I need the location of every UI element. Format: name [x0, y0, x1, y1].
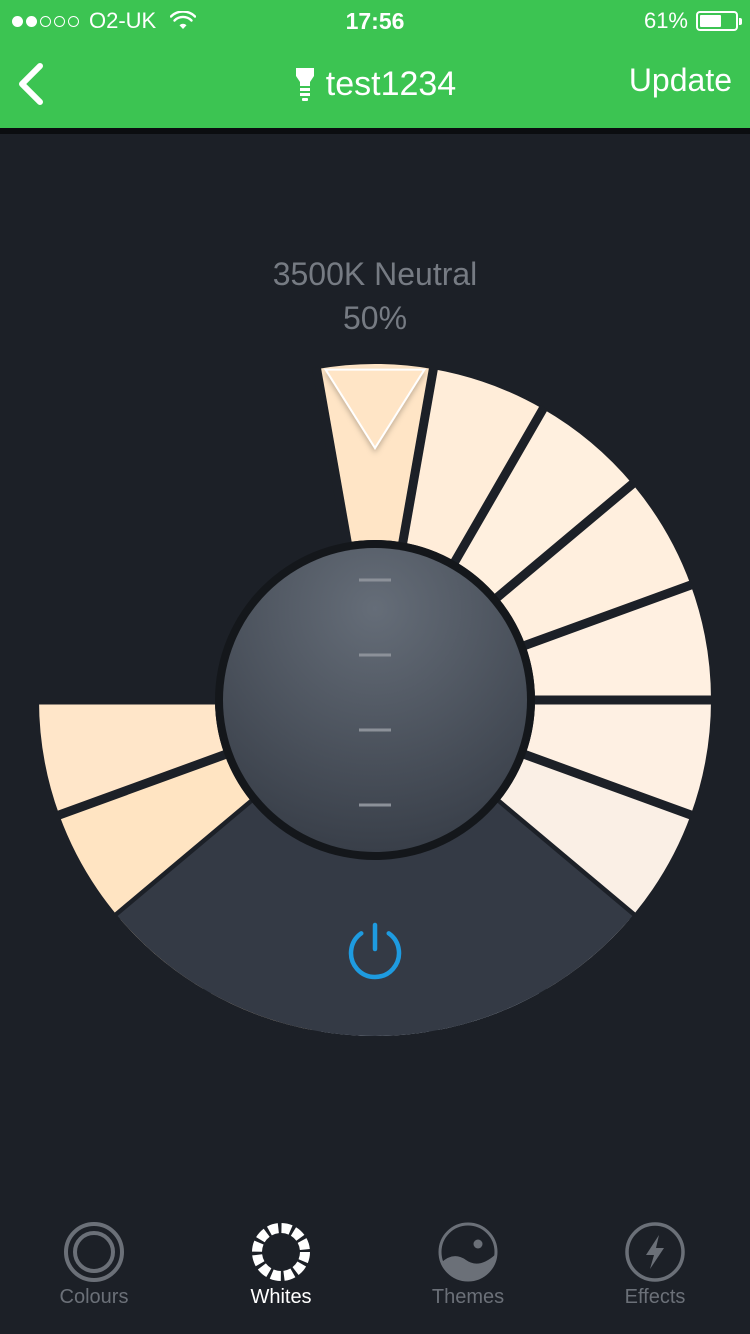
tab-themes-label: Themes [431, 1286, 505, 1308]
tab-colours[interactable]: Colours [14, 1220, 174, 1330]
themes-icon [438, 1222, 498, 1282]
tab-colours-label: Colours [59, 1286, 129, 1308]
effects-icon [625, 1222, 685, 1282]
tab-whites[interactable]: Whites [201, 1220, 361, 1330]
tab-themes[interactable]: Themes [388, 1220, 548, 1330]
whites-icon [252, 1223, 310, 1281]
tab-whites-label: Whites [250, 1286, 312, 1308]
white-temperature-wheel[interactable] [0, 0, 750, 1100]
tab-effects-label: Effects [624, 1286, 686, 1308]
app-root: O2-UK 17:56 61% test1234 Update 3500K Ne… [0, 0, 750, 1334]
tab-effects[interactable]: Effects [575, 1220, 735, 1330]
colours-icon [64, 1222, 124, 1282]
